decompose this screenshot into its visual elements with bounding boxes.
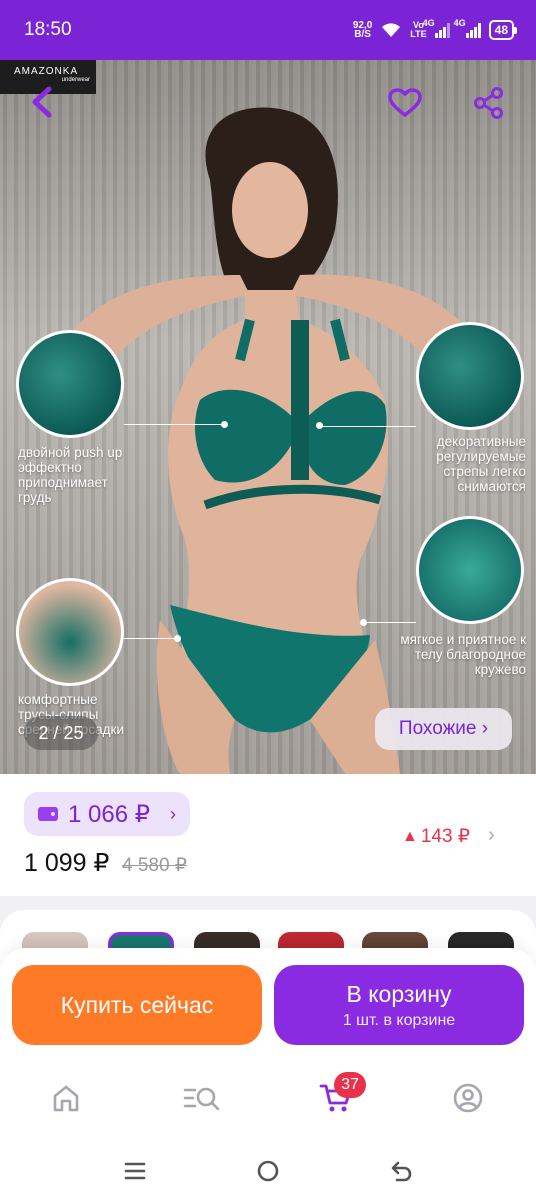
add-to-cart-button[interactable]: В корзину 1 шт. в корзине xyxy=(274,965,524,1045)
callout-line xyxy=(364,622,416,623)
signal2-label: 4G xyxy=(453,18,466,28)
callout-text-push-up: двойной push up эффектно приподнимает гр… xyxy=(18,445,123,505)
callout-dot xyxy=(221,421,228,428)
buy-now-label: Купить сейчас xyxy=(60,991,214,1018)
profile-icon xyxy=(453,1083,483,1113)
catalog-search-icon xyxy=(183,1087,220,1111)
price-change-value: 143 ₽ xyxy=(420,826,470,847)
old-price: 4 580 ₽ xyxy=(122,855,187,876)
similar-label: Похожие › xyxy=(398,718,489,739)
home-icon xyxy=(53,1085,79,1112)
net-speed-unit: B/S xyxy=(354,29,371,40)
bottom-navigation: 37 xyxy=(0,1058,536,1142)
brand-logo-name: AMAZONKA xyxy=(14,66,79,77)
heart-icon xyxy=(388,88,422,118)
back-button[interactable] xyxy=(22,82,62,122)
home-system-button[interactable] xyxy=(253,1156,283,1186)
signal1-label: 4G xyxy=(422,18,435,28)
system-back-icon xyxy=(391,1161,412,1182)
share-button[interactable] xyxy=(468,82,510,124)
volte-bottom: LTE xyxy=(410,29,427,39)
similar-button[interactable]: Похожие › xyxy=(375,708,512,750)
arrow-up-icon: ▲ xyxy=(402,827,418,845)
signal-icon-2: 4G xyxy=(454,18,481,38)
wallet-icon xyxy=(38,807,58,821)
callout-image-briefs xyxy=(16,578,124,686)
system-navigation xyxy=(0,1142,536,1200)
status-bar: 18:50 92,0 B/S Vo LTE 4G 4G 48 xyxy=(0,0,536,60)
back-arrow-icon xyxy=(32,86,52,118)
callout-image-push-up xyxy=(16,330,124,438)
callout-dot xyxy=(174,635,181,642)
recent-apps-button[interactable] xyxy=(120,1156,150,1186)
nav-home[interactable] xyxy=(46,1078,86,1118)
wallet-price-pill[interactable]: 1 066 ₽ › xyxy=(24,792,190,836)
chevron-right-icon: › xyxy=(170,803,176,824)
home-circle-icon xyxy=(257,1160,279,1182)
battery-level: 48 xyxy=(494,23,508,37)
chevron-right-icon[interactable]: › xyxy=(488,824,495,847)
status-icons: 92,0 B/S Vo LTE 4G 4G 48 xyxy=(353,18,518,40)
wallet-price: 1 066 ₽ xyxy=(68,800,150,828)
buy-now-button[interactable]: Купить сейчас xyxy=(12,965,262,1045)
callout-image-lace xyxy=(416,516,524,624)
callout-text-lace: мягкое и приятное к телу благородное кру… xyxy=(400,632,526,677)
system-back-button[interactable] xyxy=(386,1156,416,1186)
in-cart-note: 1 шт. в корзине xyxy=(342,1011,456,1029)
current-price: 1 099 ₽ xyxy=(24,849,110,877)
favorite-button[interactable] xyxy=(384,82,426,124)
battery-icon: 48 xyxy=(488,20,518,40)
net-speed: 92,0 B/S xyxy=(353,21,372,40)
callout-line xyxy=(124,638,178,639)
price-card: 1 066 ₽ › 1 099 ₽ 4 580 ₽ ▲ 143 ₽ › xyxy=(0,774,536,896)
callout-line xyxy=(124,424,224,425)
nav-catalog[interactable] xyxy=(182,1078,222,1118)
product-photo[interactable]: AMAZONKA underwear двойной push up эффек… xyxy=(0,60,536,774)
nav-profile[interactable] xyxy=(448,1078,488,1118)
wifi-icon xyxy=(382,23,401,37)
signal-icon: 4G xyxy=(423,18,450,38)
callout-text-straps: декоративные регулируемые стрепы легко с… xyxy=(436,434,526,494)
recent-apps-icon xyxy=(124,1162,146,1180)
share-icon xyxy=(474,87,503,119)
status-time: 18:50 xyxy=(24,19,72,40)
add-to-cart-label: В корзину xyxy=(346,980,452,1007)
callout-line xyxy=(320,426,416,427)
price-change[interactable]: ▲ 143 ₽ xyxy=(402,825,470,848)
callout-image-straps xyxy=(416,322,524,430)
callout-dot xyxy=(316,422,323,429)
cart-count-badge: 37 xyxy=(334,1072,366,1098)
photo-counter: 2 / 25 xyxy=(24,716,98,750)
callout-dot xyxy=(360,619,367,626)
purchase-actions: Купить сейчас В корзину 1 шт. в корзине xyxy=(0,948,536,1058)
